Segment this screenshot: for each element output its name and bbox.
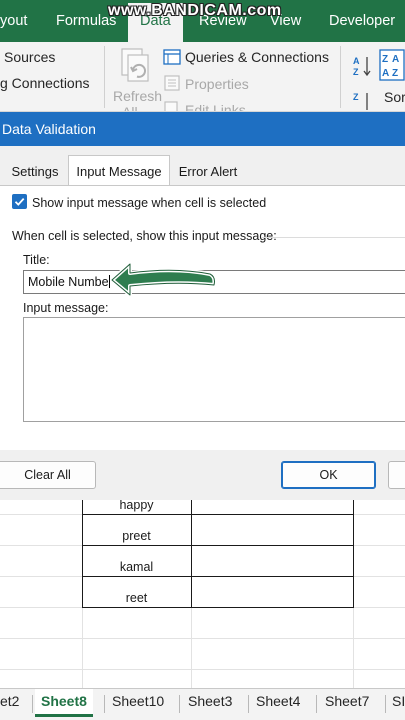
grid-row-line	[0, 638, 405, 639]
sheet-tab[interactable]: Sheet7	[325, 693, 369, 709]
table-cell-name[interactable]: preet	[82, 529, 191, 543]
queries-connections-button[interactable]: Queries & Connections	[185, 49, 329, 65]
tab-developer[interactable]: Developer	[329, 13, 395, 29]
recording-watermark: www.BANDICAM.com	[108, 2, 282, 19]
dialog-button-row: Clear All OK	[0, 450, 405, 500]
data-table-row-divider	[82, 514, 354, 515]
refresh-all-label-2[interactable]: All	[122, 104, 138, 111]
clear-all-button[interactable]: Clear All	[0, 461, 96, 489]
queries-connections-icon	[163, 49, 181, 65]
svg-text:Z: Z	[382, 54, 388, 65]
svg-text:A: A	[392, 54, 399, 65]
svg-text:Z: Z	[353, 67, 359, 77]
edit-links-icon	[164, 101, 178, 111]
ribbon-tab-bar: yout Formulas Data Review View Developer…	[0, 0, 405, 42]
input-message-field-label: Input message:	[23, 301, 109, 315]
data-table-col-divider	[191, 500, 192, 608]
table-cell-name[interactable]: kamal	[82, 560, 191, 574]
input-message-section-label: When cell is selected, show this input m…	[12, 229, 277, 243]
refresh-all-label[interactable]: Refresh	[113, 88, 162, 104]
sort-descending-icon[interactable]: Z	[352, 90, 372, 112]
sheet-tab[interactable]: et2	[0, 693, 19, 709]
from-other-sources-button[interactable]: Sources	[4, 49, 55, 65]
ribbon-separator-2	[340, 46, 341, 108]
tab-settings[interactable]: Settings	[4, 158, 66, 185]
dialog-title-bar[interactable]: Data Validation	[0, 112, 405, 146]
input-message-textarea[interactable]	[23, 317, 405, 422]
show-input-message-checkbox[interactable]	[12, 194, 27, 209]
check-icon	[14, 197, 25, 206]
cancel-button-partial[interactable]	[388, 461, 405, 489]
sheet-tab-separator	[316, 695, 317, 713]
tab-error-alert[interactable]: Error Alert	[172, 158, 244, 185]
sort-ascending-icon[interactable]: A Z	[352, 54, 372, 78]
refresh-all-icon	[121, 48, 149, 82]
sheet-tab[interactable]: Sheet10	[112, 693, 164, 709]
title-input-value: Mobile Numbe	[28, 275, 109, 289]
sort-dialog-icon[interactable]: Z A A Z	[379, 49, 405, 83]
existing-connections-button[interactable]: g Connections	[0, 75, 90, 91]
sheet-tab-separator	[32, 695, 33, 713]
tab-page-layout[interactable]: yout	[0, 13, 27, 29]
svg-text:Z: Z	[353, 92, 359, 102]
tab-input-message[interactable]: Input Message	[68, 155, 170, 186]
data-validation-dialog: Data Validation Settings Input Message E…	[0, 112, 405, 500]
worksheet-grid[interactable]: happy preet kamal reet	[0, 500, 405, 688]
grid-row-line	[0, 669, 405, 670]
ribbon-body: Sources g Connections Refresh All Querie…	[0, 42, 405, 112]
show-input-message-label[interactable]: Show input message when cell is selected	[32, 196, 266, 210]
svg-text:A: A	[382, 68, 389, 79]
pointer-arrow-icon	[110, 262, 217, 297]
svg-text:Z: Z	[392, 68, 398, 79]
svg-text:A: A	[353, 56, 360, 66]
properties-icon	[164, 75, 180, 91]
properties-button[interactable]: Properties	[185, 76, 249, 92]
sheet-tab[interactable]: Sheet3	[188, 693, 232, 709]
dialog-title: Data Validation	[2, 121, 96, 137]
title-field-label: Title:	[23, 253, 50, 267]
section-divider	[262, 237, 405, 238]
sheet-tab[interactable]: SI	[392, 693, 405, 709]
table-cell-name[interactable]: happy	[82, 500, 191, 512]
data-table-row-divider	[82, 545, 354, 546]
sheet-tab-separator	[248, 695, 249, 713]
ok-button[interactable]: OK	[281, 461, 376, 489]
edit-links-button[interactable]: Edit Links	[185, 102, 246, 111]
sheet-tab-separator	[104, 695, 105, 713]
ribbon-separator	[104, 46, 105, 108]
sheet-tab-separator	[385, 695, 386, 713]
sheet-tab[interactable]: Sheet4	[256, 693, 300, 709]
sheet-tab-active[interactable]: Sheet8	[35, 689, 93, 717]
data-table-row-divider	[82, 576, 354, 577]
sort-button-label[interactable]: Sor	[384, 89, 405, 105]
sheet-tab-separator	[179, 695, 180, 713]
sheet-tab-bar: et2 Sheet8 Sheet10 Sheet3 Sheet4 Sheet7 …	[0, 688, 405, 720]
table-cell-name[interactable]: reet	[82, 591, 191, 605]
